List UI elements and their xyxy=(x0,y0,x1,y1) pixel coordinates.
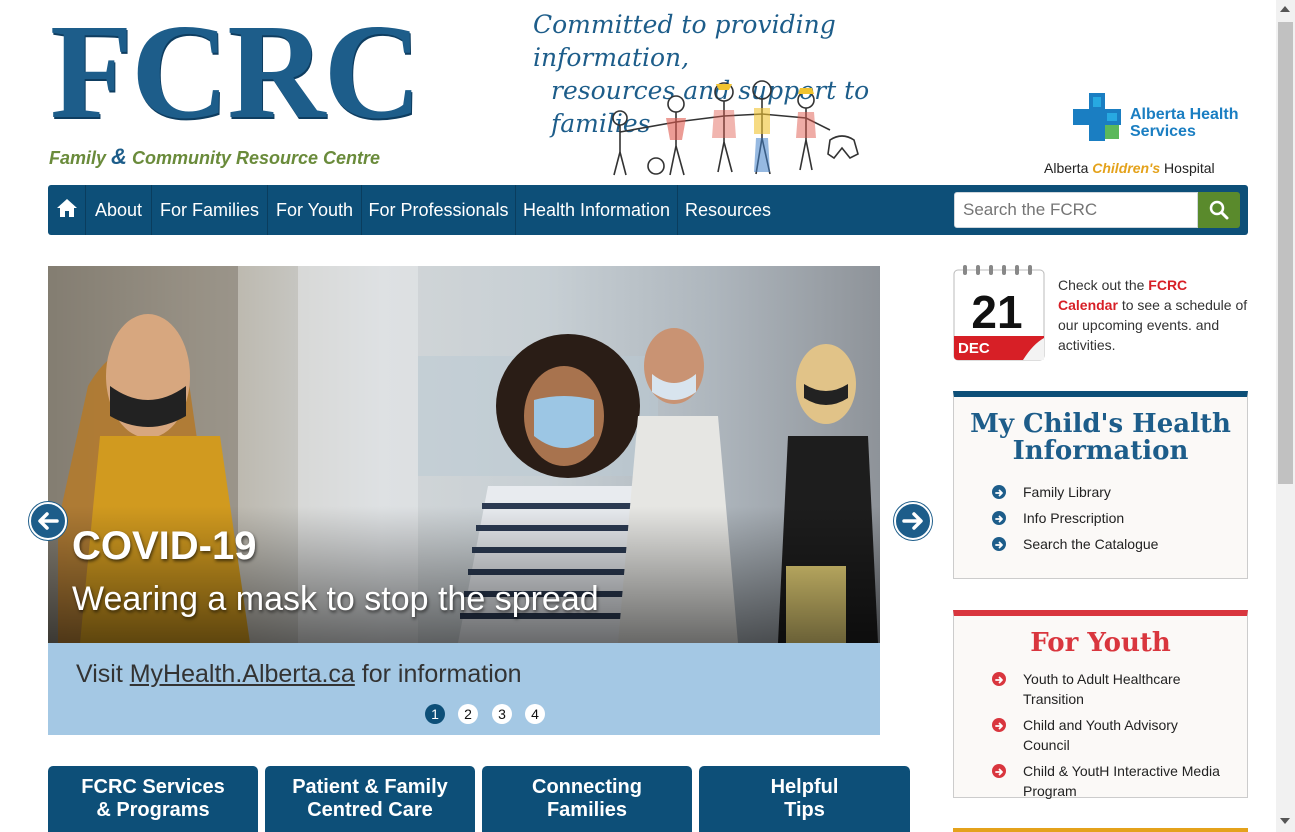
list-item-advisory-council[interactable]: Child and Youth Advisory Council xyxy=(992,715,1223,755)
nav-home[interactable] xyxy=(48,185,86,235)
health-info-title-line-1: My Child's Health xyxy=(970,409,1231,439)
search-icon xyxy=(1209,200,1229,220)
carousel-page-1[interactable]: 1 xyxy=(425,704,445,724)
tab-label-line-1: FCRC Services xyxy=(81,776,225,798)
for-youth-box: For Youth Youth to Adult Healthcare Tran… xyxy=(953,610,1248,801)
tagline-family: Family xyxy=(49,148,107,168)
carousel-subtitle: Wearing a mask to stop the spread xyxy=(72,580,599,618)
calendar-description: Check out the FCRC Calendar to see a sch… xyxy=(1058,275,1250,355)
tagline-ampersand: & xyxy=(111,144,127,169)
ach-childrens: Children's xyxy=(1092,160,1161,176)
arrow-circle-icon xyxy=(992,511,1006,525)
tab-connecting-families[interactable]: Connecting Families xyxy=(482,766,692,832)
arrow-circle-icon xyxy=(992,485,1006,499)
nav-about[interactable]: About xyxy=(86,185,152,235)
calendar-day: 21 xyxy=(971,286,1022,338)
arrow-right-icon xyxy=(902,512,923,530)
list-item-label: Family Library xyxy=(1023,484,1111,500)
home-icon xyxy=(56,199,77,217)
arrow-circle-icon xyxy=(992,537,1006,551)
tab-patient-family-care[interactable]: Patient & Family Centred Care xyxy=(265,766,475,832)
health-info-list: Family Library Info Prescription Search … xyxy=(992,482,1158,554)
tab-label-line-1: Helpful xyxy=(770,776,839,798)
list-item-search-catalogue[interactable]: Search the Catalogue xyxy=(992,534,1158,554)
nav-for-families[interactable]: For Families xyxy=(152,185,268,235)
ahs-logo-text[interactable]: Alberta Health Services xyxy=(1130,106,1238,140)
scroll-down-arrow-icon[interactable] xyxy=(1280,818,1290,824)
calendar-text-prefix: Check out the xyxy=(1058,277,1145,293)
list-item-label: Search the Catalogue xyxy=(1023,536,1159,552)
ach-alberta: Alberta xyxy=(1044,160,1089,176)
list-item-label: Youth to Adult Healthcare Transition xyxy=(1023,671,1181,707)
health-info-title-line-2: Information xyxy=(1012,436,1189,466)
next-sidebar-box xyxy=(953,828,1248,832)
for-youth-title: For Youth xyxy=(1030,628,1171,658)
tab-label-line-1: Connecting xyxy=(532,776,642,798)
ahs-line-2: Services xyxy=(1130,123,1196,140)
arrow-circle-icon xyxy=(992,718,1006,732)
tab-label-line-1: Patient & Family xyxy=(292,776,448,798)
carousel-visit-text: Visit MyHealth.Alberta.ca for informatio… xyxy=(76,660,522,689)
list-item-label: Child and Youth Advisory Council xyxy=(1023,717,1178,753)
ahs-line-1: Alberta Health xyxy=(1130,106,1239,123)
nav-for-youth[interactable]: For Youth xyxy=(268,185,362,235)
arrow-left-icon xyxy=(38,512,59,530)
search-button[interactable] xyxy=(1198,192,1240,228)
nav-for-professionals[interactable]: For Professionals xyxy=(362,185,516,235)
visit-suffix: for information xyxy=(361,660,522,688)
list-item-label: Info Prescription xyxy=(1023,510,1125,526)
arrow-circle-icon xyxy=(992,672,1006,686)
carousel-page-2[interactable]: 2 xyxy=(458,704,478,724)
visit-prefix: Visit xyxy=(76,660,123,688)
search-input[interactable] xyxy=(954,192,1198,228)
arrow-circle-icon xyxy=(992,764,1006,778)
slogan-line-1: Committed to providing information, xyxy=(533,10,836,72)
list-item-interactive-media[interactable]: Child & YoutH Interactive Media Program xyxy=(992,761,1223,801)
calendar-month: DEC xyxy=(958,340,990,357)
tagline-centre: Community Resource Centre xyxy=(131,148,381,168)
tab-label-line-2: Families xyxy=(546,799,628,821)
myhealth-link[interactable]: MyHealth.Alberta.ca xyxy=(130,660,355,688)
for-youth-list: Youth to Adult Healthcare Transition Chi… xyxy=(992,669,1223,801)
nav-resources[interactable]: Resources xyxy=(678,185,778,235)
logo-tagline: Family & Community Resource Centre xyxy=(49,144,380,170)
carousel-page-4[interactable]: 4 xyxy=(525,704,545,724)
list-item-family-library[interactable]: Family Library xyxy=(992,482,1158,502)
list-item-label: Child & YoutH Interactive Media Program xyxy=(1023,763,1220,799)
kids-drawing-illustration xyxy=(612,80,859,176)
carousel: COVID-19 Wearing a mask to stop the spre… xyxy=(48,266,880,735)
carousel-title: COVID-19 xyxy=(72,524,257,568)
nav-health-information[interactable]: Health Information xyxy=(516,185,678,235)
tab-fcrc-services[interactable]: FCRC Services & Programs xyxy=(48,766,258,832)
carousel-page-3[interactable]: 3 xyxy=(492,704,512,724)
tab-label-line-2: Tips xyxy=(784,799,825,821)
ahs-cross-logo-icon xyxy=(1073,93,1121,141)
tab-label-line-2: & Programs xyxy=(96,799,210,821)
ach-hospital: Hospital xyxy=(1164,160,1215,176)
list-item-youth-transition[interactable]: Youth to Adult Healthcare Transition xyxy=(992,669,1223,709)
tab-label-line-2: Centred Care xyxy=(307,799,433,821)
carousel-prev-button[interactable] xyxy=(29,502,67,540)
scrollbar-thumb[interactable] xyxy=(1278,22,1293,484)
childrens-hospital-logo[interactable]: Alberta Children's Hospital xyxy=(1044,160,1215,176)
health-info-title: My Child's Health Information xyxy=(954,411,1247,465)
health-info-box: My Child's Health Information Family Lib… xyxy=(953,391,1248,579)
calendar-icon[interactable]: 21 DEC xyxy=(953,264,1045,362)
carousel-next-button[interactable] xyxy=(894,502,932,540)
scroll-up-arrow-icon[interactable] xyxy=(1280,6,1290,12)
list-item-info-prescription[interactable]: Info Prescription xyxy=(992,508,1158,528)
tab-helpful-tips[interactable]: Helpful Tips xyxy=(699,766,910,832)
fcrc-logo[interactable]: FCRC xyxy=(50,4,422,140)
